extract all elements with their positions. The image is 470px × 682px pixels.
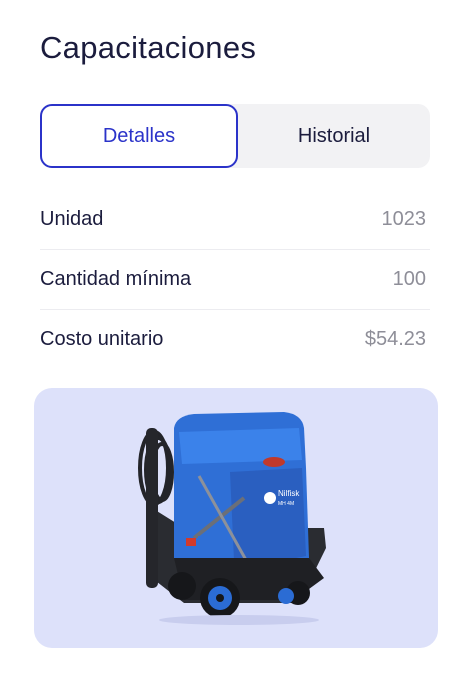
detail-value: 1023 bbox=[381, 208, 427, 230]
detail-label: Cantidad mínima bbox=[40, 268, 192, 290]
product-image-card: Nilfisk MH 4M bbox=[34, 388, 438, 648]
detail-label: Costo unitario bbox=[40, 328, 164, 350]
detail-row-cantidad-minima: Cantidad mínima 100 bbox=[40, 250, 430, 310]
tab-detalles[interactable]: Detalles bbox=[40, 104, 238, 168]
detail-value: 100 bbox=[392, 268, 426, 290]
tab-bar: Detalles Historial bbox=[40, 104, 430, 168]
pressure-washer-image: Nilfisk MH 4M bbox=[138, 412, 326, 625]
tab-historial[interactable]: Historial bbox=[238, 104, 430, 168]
detail-label: Unidad bbox=[40, 208, 104, 230]
brand-label: Nilfisk bbox=[278, 489, 300, 498]
detail-value: $54.23 bbox=[364, 328, 426, 350]
detail-row-costo-unitario: Costo unitario $54.23 bbox=[40, 310, 430, 369]
page-title: Capacitaciones bbox=[40, 30, 257, 65]
detail-row-unidad: Unidad 1023 bbox=[40, 190, 430, 250]
details-list: Unidad 1023 Cantidad mínima 100 Costo un… bbox=[40, 190, 430, 369]
model-label: MH 4M bbox=[278, 501, 294, 507]
